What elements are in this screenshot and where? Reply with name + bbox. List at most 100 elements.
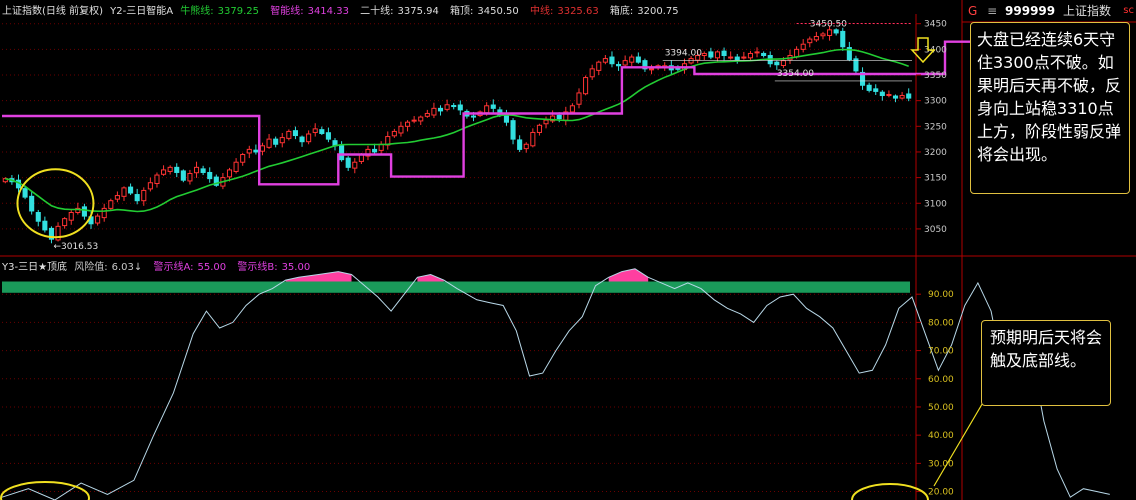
candle-body (312, 128, 318, 133)
price-tick-label: 3150 (924, 174, 947, 184)
candle-body (635, 56, 641, 63)
candle-body (437, 107, 444, 112)
candle-body (121, 187, 127, 197)
candle-body (180, 170, 186, 181)
candle-body (609, 56, 615, 65)
osc-low-circle-left (0, 481, 90, 500)
candle-body (22, 188, 28, 198)
candle-body (174, 166, 180, 173)
candle-body (714, 51, 721, 59)
menu-icon: ≡ (987, 4, 998, 18)
candle-body (418, 116, 424, 122)
candle-body (892, 95, 899, 99)
header-item-mid: 中线: 3325.63 (529, 6, 599, 17)
candle-body (35, 211, 41, 222)
candle-body (273, 138, 279, 145)
candle-body (833, 29, 839, 34)
header-item-smart: 智能线: 3414.33 (270, 6, 349, 17)
candle-body (543, 119, 549, 125)
price-tick-label: 3350 (924, 71, 947, 81)
candle-body (431, 107, 437, 116)
candle-body (583, 77, 589, 95)
candle-body (774, 61, 780, 66)
candle-body (576, 92, 582, 105)
candle-body (899, 95, 905, 99)
candle-body (747, 52, 753, 59)
price-header: 上证指数(日线 前复权) Y2-三日智能A 牛熊线: 3379.25 智能线: 34… (2, 2, 687, 17)
alert-fill (285, 271, 352, 282)
header-item-ma20: 二十线: 3375.94 (360, 6, 439, 17)
candle-body (873, 88, 879, 92)
symbol-title[interactable]: G ≡ 999999 上证指数 sc (968, 2, 1136, 20)
candle-body (154, 174, 160, 185)
price-axis: 34503400335033003250320031503100305090.0… (916, 20, 954, 498)
candle-body (404, 121, 411, 127)
candle-body (200, 168, 206, 173)
price-tick-label: 3050 (924, 225, 947, 235)
candle-body (556, 114, 562, 120)
candle-body (345, 157, 351, 168)
candle-body (536, 124, 542, 133)
candle-body (286, 130, 292, 139)
candle-body (629, 56, 635, 63)
candle-body (530, 131, 536, 147)
candle-body (648, 68, 655, 71)
candle-body (827, 29, 833, 36)
price-tick-label: 3100 (924, 199, 947, 209)
candle-body (325, 132, 331, 140)
candle-body (259, 145, 266, 152)
candle-body (391, 130, 397, 137)
price-tick-label: 3200 (924, 148, 947, 158)
code-prefix: G (968, 4, 978, 18)
candle-body (622, 60, 628, 66)
candle-body (569, 105, 575, 113)
osc-tick-label: 40.00 (928, 431, 954, 441)
candle-body (68, 211, 74, 221)
chart-stage: 34503400335033003250320031503100305090.0… (0, 0, 1136, 500)
osc-tick-label: 80.00 (928, 318, 954, 328)
price-tick-label: 3450 (924, 20, 947, 30)
candle-body (161, 169, 167, 175)
candle-body (279, 137, 285, 144)
smart-line (2, 40, 1110, 186)
candle-body (141, 189, 147, 202)
candle-body (503, 114, 510, 123)
candle-body (240, 154, 246, 163)
candle-body (352, 161, 358, 169)
candle-body (708, 51, 714, 58)
candle-body (879, 91, 885, 97)
candle-body (886, 93, 892, 96)
candle-body (734, 56, 740, 61)
symbol-code: 999999 (1005, 4, 1056, 18)
candle-body (813, 36, 819, 41)
candle-body (193, 166, 200, 174)
candle-body (292, 130, 298, 137)
candle-body (62, 218, 68, 227)
candle-body (721, 50, 727, 57)
osc-tick-label: 50.00 (928, 403, 954, 413)
candle-body (411, 119, 417, 122)
osc-tick-label: 30.00 (928, 459, 954, 469)
candle-body (728, 56, 734, 59)
candle-body (398, 125, 404, 134)
callout-top: 大盘已经连续6天守住3300点不破。如果明后天再不破，反身向上站稳3310点上方… (970, 22, 1130, 194)
candle-body (589, 68, 595, 78)
candle-body (820, 33, 826, 37)
candle-body (906, 93, 912, 99)
candle-body (226, 169, 233, 178)
osc-item-risk: 风险值: 6.03↓ (74, 262, 143, 273)
candle-body (167, 166, 173, 172)
level-3354-label: 3354.00 (777, 69, 814, 79)
candle-body (602, 58, 608, 63)
candle-body (688, 58, 694, 64)
candle-body (523, 143, 529, 150)
candle-body (266, 138, 272, 148)
candle-body (517, 139, 523, 150)
osc-item-alert-a: 警示线A: 55.00 (153, 262, 227, 273)
candle-body (147, 182, 153, 190)
indicator-name: Y2-三日智能A (110, 6, 174, 17)
candle-body (866, 84, 872, 91)
candle-body (372, 148, 378, 153)
candle-body (490, 104, 496, 109)
header-item-bull: 牛熊线: 3379.25 (180, 6, 260, 17)
